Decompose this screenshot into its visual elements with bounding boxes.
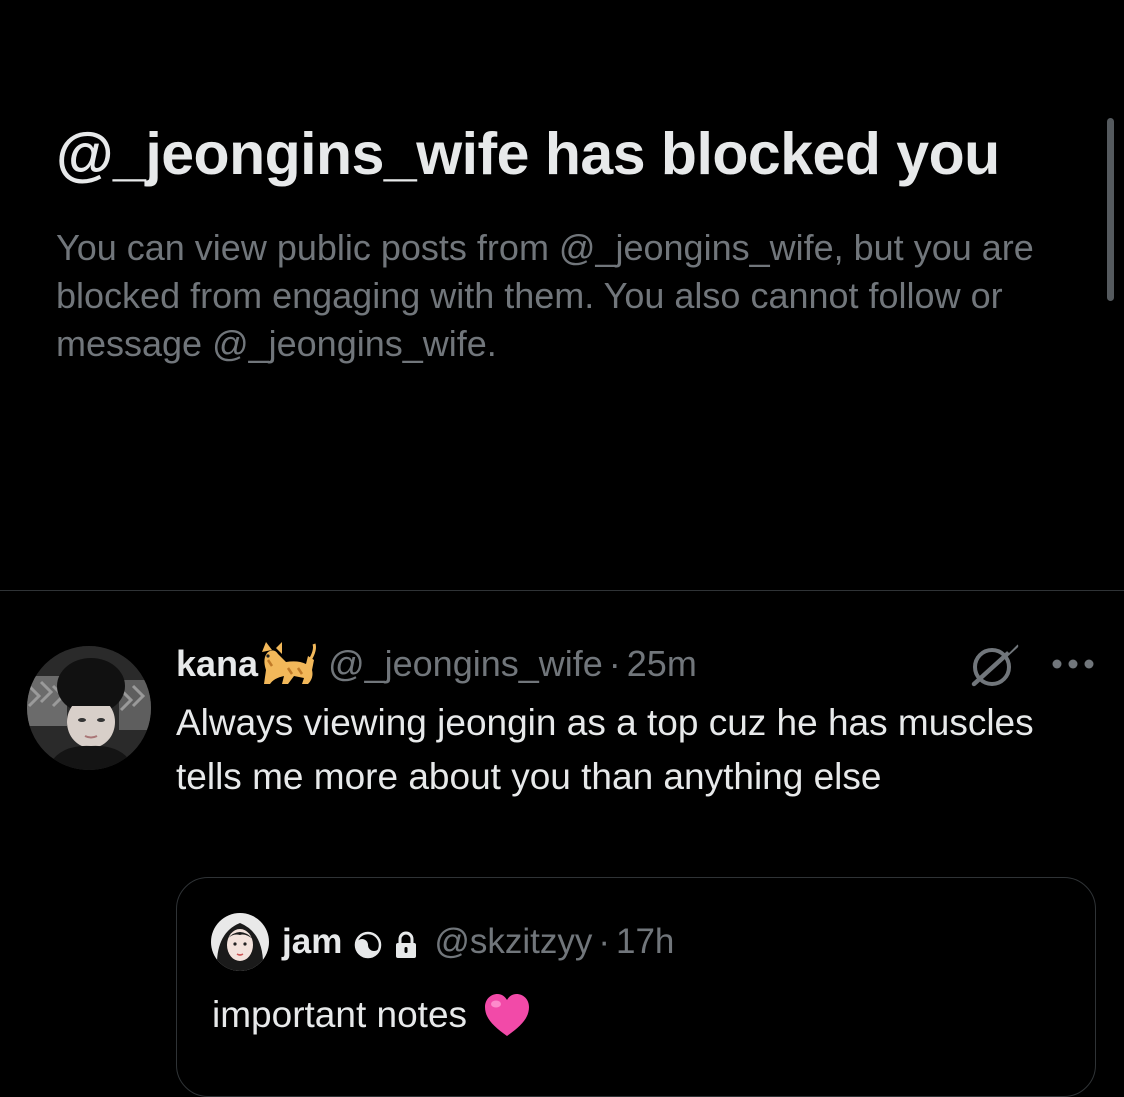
lock-icon — [392, 928, 420, 958]
quoted-separator-dot: · — [598, 922, 610, 961]
blocked-description: You can view public posts from @_jeongin… — [56, 227, 1034, 364]
blocked-title: @_jeongins_wife has blocked you — [56, 121, 1000, 187]
avatar[interactable] — [27, 646, 151, 770]
quoted-avatar — [211, 913, 269, 971]
blocked-notice: @_jeongins_wife has blocked you You can … — [56, 108, 1076, 368]
quoted-post-text-row: important notes — [212, 988, 531, 1042]
post-text: Always viewing jeongin as a top cuz he h… — [176, 702, 1034, 797]
scrollbar[interactable] — [1107, 118, 1114, 301]
quoted-handle[interactable]: @skzitzyy — [434, 922, 592, 962]
more-icon[interactable] — [1050, 657, 1096, 671]
quoted-post-text: important notes — [212, 994, 468, 1035]
quoted-display-name[interactable]: jam — [282, 922, 342, 962]
timestamp[interactable]: 25m — [627, 643, 697, 685]
quoted-post-card[interactable] — [176, 877, 1096, 1097]
yin-yang-icon — [354, 928, 382, 959]
display-name[interactable]: kana — [176, 643, 258, 685]
handle[interactable]: @_jeongins_wife — [328, 643, 603, 685]
pink-heart-icon — [483, 992, 531, 1038]
cat-emoji-icon — [258, 640, 318, 688]
post-header: kana @_jeongins_wife · 25m — [176, 640, 697, 688]
grok-icon[interactable] — [968, 640, 1022, 690]
divider — [0, 590, 1124, 591]
quoted-timestamp[interactable]: 17h — [616, 922, 674, 962]
separator-dot: · — [608, 643, 621, 684]
quoted-post-header: jam @skzitzyy · 17h — [282, 918, 674, 966]
